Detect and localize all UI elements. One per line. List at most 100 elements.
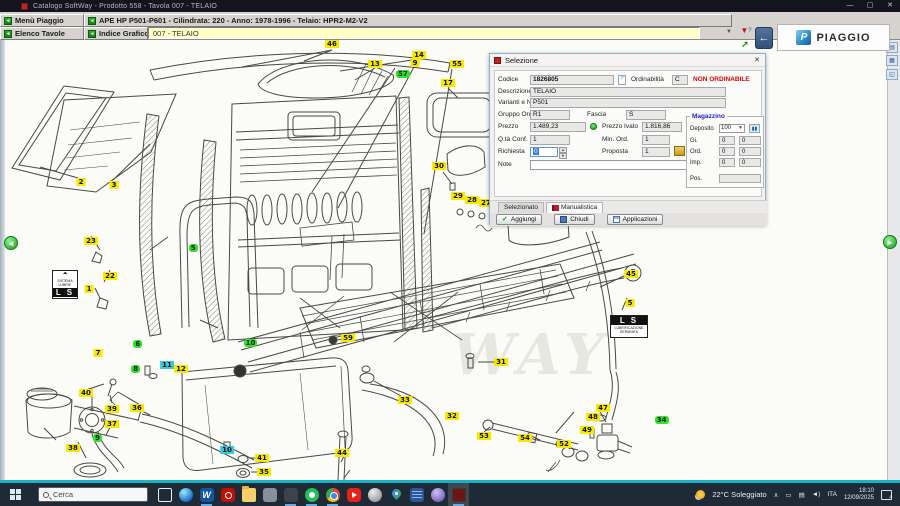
callout-38[interactable]: 38 (66, 444, 80, 452)
maximize-icon[interactable]: ▢ (860, 0, 880, 12)
tray-expand-icon[interactable]: ∧ (774, 491, 779, 499)
tavola-input[interactable]: 007 - TELAIO (148, 27, 700, 39)
callout-53[interactable]: 53 (477, 432, 491, 440)
weather-text[interactable]: 22°C Soleggiato (712, 490, 766, 499)
model-info-bar[interactable]: ◄ APE HP P501-P601 - Cilindrata: 220 - A… (84, 14, 732, 27)
callout-36[interactable]: 36 (130, 404, 144, 412)
callout-6[interactable]: 6 (133, 340, 142, 348)
search-input[interactable]: Cerca (38, 487, 148, 502)
chevron-down-icon[interactable]: ▼ (726, 29, 732, 35)
callout-41[interactable]: 41 (255, 454, 269, 462)
callout-8[interactable]: 8 (131, 365, 140, 373)
callout-52[interactable]: 52 (557, 440, 571, 448)
aggiungi-button[interactable]: ✓Aggiungi (496, 214, 542, 225)
callout-9[interactable]: 9 (93, 434, 102, 442)
grid-arrow-icon[interactable]: ➚ (737, 38, 753, 50)
taskbar-icon-maps[interactable] (385, 483, 406, 506)
network-icon[interactable]: ▤ (799, 491, 805, 499)
chiudi-button[interactable]: Chiudi (554, 214, 594, 225)
taskbar-icon-archive[interactable] (259, 483, 280, 506)
taskbar-icon-acrobat[interactable] (217, 483, 238, 506)
taskbar-icon-folder[interactable] (238, 483, 259, 506)
weather-icon[interactable] (696, 490, 705, 499)
start-button[interactable] (0, 483, 30, 506)
callout-10[interactable]: 10 (244, 339, 258, 347)
battery-icon[interactable]: ▭ (785, 491, 791, 499)
callout-49[interactable]: 49 (580, 426, 594, 434)
callout-14[interactable]: 14 (412, 51, 426, 59)
callout-59[interactable]: 59 (341, 334, 355, 342)
pan-tool-icon[interactable]: ◱ (886, 69, 898, 80)
callout-33[interactable]: 33 (398, 396, 412, 404)
callout-45[interactable]: 45 (624, 270, 638, 278)
callout-48[interactable]: 48 (586, 413, 600, 421)
callout-28[interactable]: 28 (465, 196, 479, 204)
callout-23[interactable]: 23 (84, 237, 98, 245)
taskbar-icon-sheet[interactable] (406, 483, 427, 506)
callout-13[interactable]: 13 (368, 60, 382, 68)
filter-icon[interactable]: ▼? (738, 25, 754, 37)
taskbar-icon-chrome[interactable] (322, 483, 343, 506)
callout-39[interactable]: 39 (105, 405, 119, 413)
taskbar-icon-edge[interactable] (175, 483, 196, 506)
callout-11[interactable]: 11 (160, 361, 174, 369)
language-indicator[interactable]: ITA (827, 491, 837, 498)
next-table-button[interactable]: ► (883, 235, 897, 249)
dialog-close-icon[interactable]: ✕ (749, 54, 765, 67)
tab-manualistica[interactable]: Manualistica (546, 202, 603, 213)
callout-35[interactable]: 35 (257, 468, 271, 476)
callout-5[interactable]: 5 (626, 299, 635, 307)
callout-37[interactable]: 37 (105, 420, 119, 428)
elenco-tavole-button[interactable]: ◄ Elenco Tavole (0, 27, 84, 40)
minimize-icon[interactable]: — (840, 0, 860, 12)
notification-icon[interactable]: 4 (881, 490, 892, 500)
tab-selezionato[interactable]: Selezionato (498, 202, 544, 213)
callout-55[interactable]: 55 (450, 60, 464, 68)
stock-chart-icon[interactable]: ▮▮ (749, 124, 760, 133)
indice-grafico-button[interactable]: ◄ Indice Grafico Telaio (84, 27, 148, 40)
callout-40[interactable]: 40 (79, 389, 93, 397)
callout-31[interactable]: 31 (494, 358, 508, 366)
dialog-titlebar[interactable]: Selezione ✕ (490, 54, 765, 67)
callout-30[interactable]: 30 (432, 162, 446, 170)
taskbar-icon-app-dark[interactable] (280, 483, 301, 506)
cart-icon[interactable] (674, 146, 685, 156)
callout-44[interactable]: 44 (335, 449, 349, 457)
taskbar-icon-catalog[interactable] (448, 483, 469, 506)
prev-table-button[interactable]: ◄ (4, 236, 18, 250)
back-button[interactable]: ← (755, 27, 773, 49)
callout-10[interactable]: 10 (220, 446, 234, 454)
taskbar-icon-ball[interactable] (364, 483, 385, 506)
callout-9[interactable]: 9 (411, 59, 420, 67)
callout-12[interactable]: 12 (174, 365, 188, 373)
taskbar-icon-whatsapp[interactable] (301, 483, 322, 506)
deposito-combo[interactable]: 100▼ (719, 124, 745, 133)
callout-2[interactable]: 2 (77, 178, 86, 186)
callout-57[interactable]: 57 (396, 70, 410, 78)
taskbar-icon-swirl[interactable] (427, 483, 448, 506)
callout-17[interactable]: 17 (441, 79, 455, 87)
callout-47[interactable]: 47 (596, 404, 610, 412)
applicazioni-button[interactable]: Applicazioni (607, 214, 664, 225)
callout-7[interactable]: 7 (94, 349, 103, 357)
fit-tool-icon[interactable]: ▦ (886, 55, 898, 66)
callout-3[interactable]: 3 (110, 181, 119, 189)
taskbar-icon-task-view[interactable] (154, 483, 175, 506)
document-icon[interactable] (618, 75, 626, 85)
menu-piaggio-button[interactable]: ◄ Menù Piaggio (0, 14, 84, 27)
callout-29[interactable]: 29 (451, 192, 465, 200)
taskbar-icon-youtube[interactable] (343, 483, 364, 506)
richiesta-input[interactable]: 0 (530, 147, 558, 157)
taskbar-icon-word[interactable] (196, 483, 217, 506)
callout-32[interactable]: 32 (445, 412, 459, 420)
callout-1[interactable]: 1 (85, 285, 94, 293)
callout-34[interactable]: 34 (655, 416, 669, 424)
callout-5[interactable]: 5 (189, 244, 198, 252)
callout-22[interactable]: 22 (103, 272, 117, 280)
close-icon[interactable]: ✕ (880, 0, 900, 12)
richiesta-spinner[interactable]: ▲▼ (559, 147, 567, 158)
volume-icon[interactable]: ◄) (812, 491, 821, 498)
callout-54[interactable]: 54 (518, 434, 532, 442)
callout-46[interactable]: 46 (325, 40, 339, 48)
clock[interactable]: 18:10 12/09/2025 (844, 488, 874, 502)
